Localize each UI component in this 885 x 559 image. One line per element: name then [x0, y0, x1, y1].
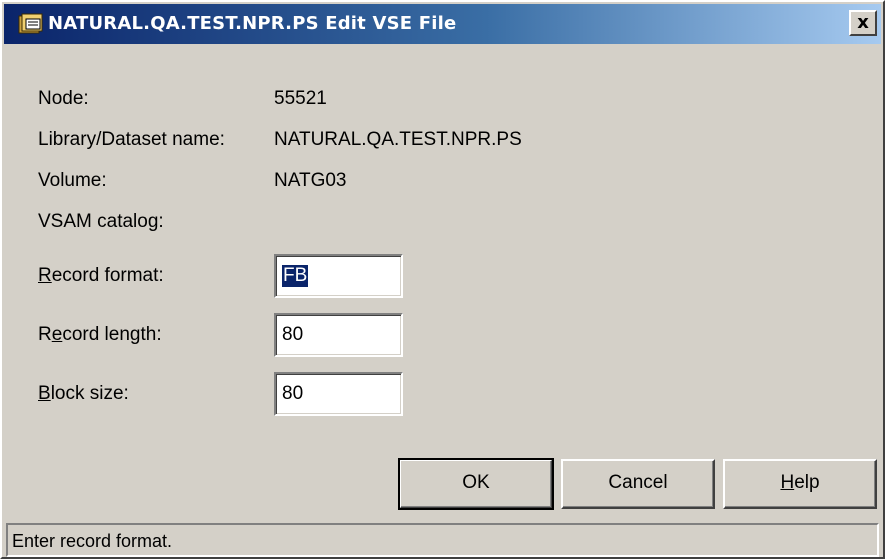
record-format-value: FB: [282, 265, 309, 287]
node-label: Node:: [38, 88, 89, 109]
help-mnemonic: H: [780, 472, 795, 493]
title-bar[interactable]: NATURAL.QA.TEST.NPR.PS Edit VSE File x: [4, 4, 881, 44]
ok-button[interactable]: OK: [398, 458, 554, 510]
volume-value: NATG03: [274, 170, 347, 191]
block-size-label: Block size:: [38, 383, 129, 405]
record-length-label-text: cord length:: [62, 324, 162, 345]
volume-label: Volume:: [38, 170, 107, 191]
record-length-label-pre: R: [38, 324, 52, 345]
block-size-label-text: lock size:: [50, 383, 129, 404]
library-value: NATURAL.QA.TEST.NPR.PS: [274, 129, 522, 150]
block-size-input[interactable]: 80: [274, 372, 403, 416]
edit-vse-file-dialog: NATURAL.QA.TEST.NPR.PS Edit VSE File x N…: [0, 0, 885, 559]
window-title: NATURAL.QA.TEST.NPR.PS Edit VSE File: [48, 13, 457, 34]
record-length-label: Record length:: [38, 324, 162, 346]
close-button[interactable]: x: [849, 10, 877, 36]
close-icon: x: [857, 12, 869, 33]
help-button[interactable]: Help: [723, 459, 877, 509]
record-length-input[interactable]: 80: [274, 313, 403, 357]
block-size-value: 80: [282, 383, 304, 404]
block-size-mnemonic: B: [38, 383, 51, 404]
cancel-button[interactable]: Cancel: [561, 459, 715, 509]
status-text: Enter record format.: [12, 531, 173, 551]
record-length-value: 80: [282, 324, 304, 345]
library-label: Library/Dataset name:: [38, 129, 225, 150]
record-length-mnemonic: e: [51, 324, 63, 345]
vsam-catalog-label: VSAM catalog:: [38, 211, 164, 232]
record-format-label: Record format:: [38, 265, 164, 287]
help-label-text: elp: [794, 472, 820, 493]
record-format-input[interactable]: FB: [274, 254, 403, 298]
record-format-label-text: ecord format:: [51, 265, 164, 286]
status-bar: Enter record format.: [6, 523, 879, 557]
record-format-mnemonic: R: [38, 265, 52, 286]
app-icon: [18, 13, 43, 34]
node-value: 55521: [274, 88, 327, 109]
